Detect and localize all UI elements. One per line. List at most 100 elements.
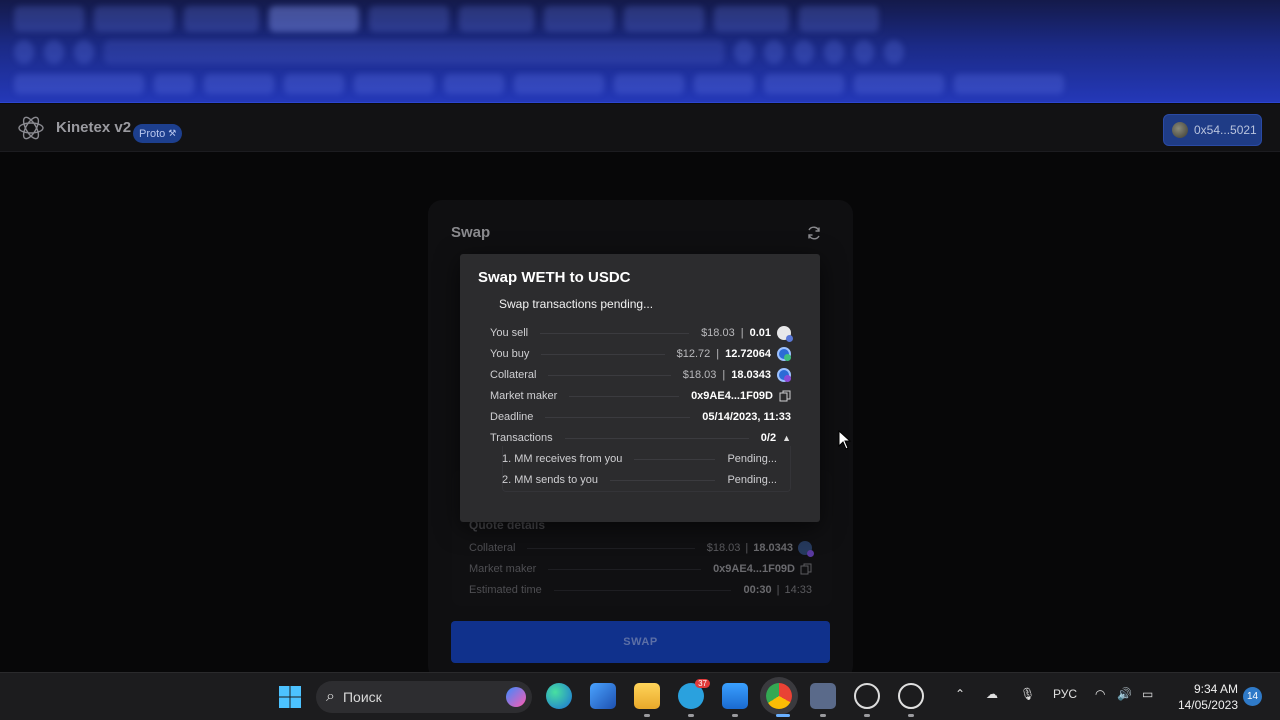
- modal-status: Swap transactions pending...: [499, 297, 654, 311]
- quote-amount: 18.0343: [753, 542, 793, 554]
- usd-value: $18.03: [701, 327, 735, 339]
- row-label: Market maker: [490, 390, 558, 402]
- bing-icon[interactable]: [506, 687, 526, 707]
- row-you-buy: You buy $12.72 | 12.72064: [490, 346, 791, 362]
- transaction-status: Pending...: [727, 453, 777, 465]
- token-amount: 18.0343: [731, 369, 771, 381]
- separator: |: [740, 327, 744, 339]
- row-label: Collateral: [490, 369, 537, 381]
- explorer-app-icon[interactable]: [590, 683, 616, 709]
- proto-badge-label: Proto: [139, 127, 166, 140]
- wallet-button[interactable]: 0x54...5021: [1163, 114, 1262, 146]
- collapse-arrow-icon[interactable]: ▲: [782, 433, 791, 443]
- app-indicator: [688, 714, 694, 717]
- copy-icon[interactable]: [779, 390, 791, 402]
- weth-token-icon: [777, 326, 793, 342]
- quote-usd: $18.03: [706, 542, 741, 554]
- copy-icon[interactable]: [800, 563, 812, 575]
- quote-value-2: 14:33: [784, 584, 812, 596]
- token-amount: 12.72064: [725, 348, 771, 360]
- token-amount: 0.01: [749, 327, 771, 339]
- wallet-avatar-icon: [1172, 122, 1188, 138]
- row-transactions[interactable]: Transactions 0/2 ▲: [490, 430, 791, 446]
- quote-row-collateral: Collateral $18.03 | 18.0343: [469, 540, 814, 557]
- media-player-icon[interactable]: [898, 683, 924, 709]
- separator: |: [722, 369, 726, 381]
- quote-label: Collateral: [469, 542, 516, 554]
- quote-label: Estimated time: [469, 584, 542, 596]
- usd-value: $12.72: [676, 348, 711, 360]
- windows-start-icon[interactable]: [278, 685, 302, 709]
- swap-title: Swap: [451, 224, 491, 241]
- browser-tab-row: [0, 6, 1280, 32]
- quote-row-estimated-time: Estimated time 00:30 | 14:33: [469, 582, 812, 598]
- onedrive-icon[interactable]: ☁: [986, 687, 998, 701]
- quote-label: Market maker: [469, 563, 537, 575]
- search-icon: ⌕: [326, 688, 335, 705]
- transactions-count: 0/2: [760, 432, 777, 444]
- row-market-maker: Market maker 0x9AE4...1F09D: [490, 388, 791, 404]
- row-label: You sell: [490, 327, 529, 339]
- browser-address-row: [0, 40, 1280, 64]
- transaction-item: 1. MM receives from you Pending...: [502, 451, 777, 467]
- edge-icon[interactable]: [546, 683, 572, 709]
- taskbar: ⌕ Поиск 37 ⌃ ☁ 🎙 РУС ◠ 🔊 ▭ 9:34 AM 14/05…: [0, 672, 1280, 720]
- volume-icon[interactable]: 🔊: [1117, 687, 1132, 701]
- usdc-token-icon: [777, 347, 791, 361]
- transaction-item: 2. MM sends to you Pending...: [502, 472, 777, 488]
- row-collateral: Collateral $18.03 | 18.0343: [490, 367, 791, 383]
- quote-value: 0x9AE4...1F09D: [713, 563, 795, 575]
- hammer-icon: ⚒: [168, 128, 177, 138]
- quote-row-market-maker: Market maker 0x9AE4...1F09D: [469, 561, 812, 577]
- telegram-icon[interactable]: 37: [678, 679, 710, 709]
- search-placeholder: Поиск: [342, 689, 382, 705]
- app-indicator: [644, 714, 650, 717]
- row-deadline: Deadline 05/14/2023, 11:33: [490, 409, 791, 425]
- separator: |: [716, 348, 720, 360]
- row-label: Transactions: [490, 432, 553, 444]
- separator: |: [776, 584, 780, 596]
- separator: |: [745, 542, 749, 554]
- battery-icon[interactable]: ▭: [1142, 687, 1153, 701]
- microphone-icon[interactable]: 🎙: [1020, 687, 1035, 701]
- row-label: You buy: [490, 348, 530, 360]
- swap-button[interactable]: SWAP: [451, 621, 830, 663]
- transaction-status: Pending...: [727, 474, 777, 486]
- app-indicator: [820, 714, 826, 717]
- kinetex-logo-icon[interactable]: [17, 114, 45, 142]
- wallet-address: 0x54...5021: [1194, 123, 1257, 137]
- chrome-icon[interactable]: [766, 683, 792, 709]
- file-explorer-icon[interactable]: [634, 683, 660, 709]
- clock[interactable]: 9:34 AM 14/05/2023: [1168, 681, 1238, 713]
- app-title: Kinetex v2: [56, 119, 132, 136]
- tray-overflow-icon[interactable]: ⌃: [955, 687, 965, 701]
- date: 14/05/2023: [1177, 698, 1238, 712]
- transaction-label: 1. MM receives from you: [502, 453, 623, 465]
- row-label: Deadline: [490, 411, 534, 423]
- app-indicator: [864, 714, 870, 717]
- row-you-sell: You sell $18.03 | 0.01: [490, 325, 793, 342]
- proto-badge: Proto ⚒: [133, 124, 183, 143]
- app-indicator: [908, 714, 914, 717]
- browser-chrome: [0, 0, 1280, 103]
- app-indicator-active: [776, 714, 790, 717]
- usdc-token-icon: [798, 541, 814, 557]
- market-maker-address: 0x9AE4...1F09D: [691, 390, 773, 402]
- wifi-icon[interactable]: ◠: [1095, 687, 1105, 701]
- language-indicator[interactable]: РУС: [1053, 687, 1077, 701]
- obs-icon[interactable]: [854, 683, 880, 709]
- app-header: Kinetex v2 Proto ⚒ 0x54...5021: [0, 104, 1280, 152]
- time: 9:34 AM: [1193, 682, 1238, 696]
- modal-title: Swap WETH to USDC: [478, 269, 631, 286]
- notepad-icon[interactable]: [722, 683, 748, 709]
- usd-value: $18.03: [682, 369, 717, 381]
- notification-badge[interactable]: 14: [1243, 687, 1262, 706]
- transaction-label: 2. MM sends to you: [502, 474, 598, 486]
- quote-value: 00:30: [743, 584, 772, 596]
- swap-progress-modal: Swap WETH to USDC Swap transactions pend…: [460, 254, 820, 522]
- browser-bookmarks-row: [0, 74, 1280, 94]
- taskbar-search[interactable]: ⌕ Поиск: [316, 681, 532, 713]
- refresh-icon[interactable]: [806, 225, 822, 241]
- usdc-token-icon: [777, 368, 791, 382]
- calculator-icon[interactable]: [810, 683, 836, 709]
